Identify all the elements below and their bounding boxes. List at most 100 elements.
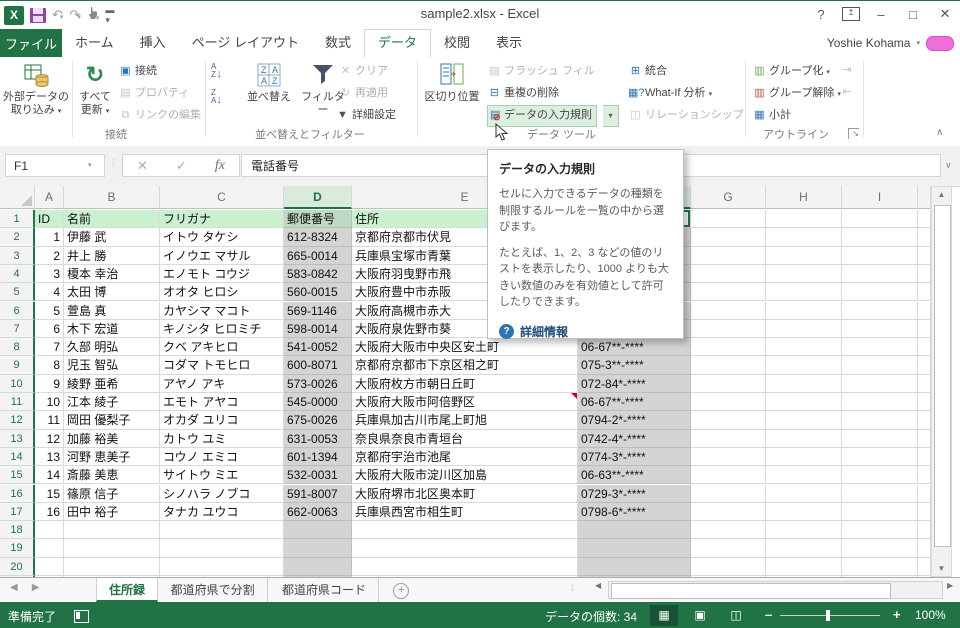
cell-A6[interactable]: 5: [35, 301, 64, 320]
cell-A2[interactable]: 1: [35, 228, 64, 247]
cell-I9[interactable]: [842, 356, 918, 375]
cell-G2[interactable]: [691, 228, 766, 247]
column-header-A[interactable]: A: [35, 186, 64, 209]
cell-I7[interactable]: [842, 319, 918, 339]
tab-split-grip[interactable]: ⦙⦙: [571, 583, 574, 594]
cell-H8[interactable]: [766, 338, 842, 357]
cell-J6[interactable]: [918, 301, 931, 320]
column-header-partial[interactable]: [918, 186, 931, 209]
cell-J15[interactable]: [918, 466, 931, 485]
sheet-tab-都道府県コード[interactable]: 都道府県コード: [270, 578, 380, 602]
cell-F20[interactable]: [578, 557, 691, 576]
tooltip-footer[interactable]: ? 詳細情報: [499, 323, 672, 340]
cell-I18[interactable]: [842, 521, 918, 540]
cell-H4[interactable]: [766, 264, 842, 284]
cell-J14[interactable]: [918, 447, 931, 467]
row-header-18[interactable]: 18: [0, 521, 35, 540]
row-header-16[interactable]: 16: [0, 484, 35, 503]
cell-D3[interactable]: 665-0014: [284, 246, 352, 265]
cell-I10[interactable]: [842, 374, 918, 393]
cell-G17[interactable]: [691, 502, 766, 522]
horizontal-scrollbar[interactable]: [608, 581, 943, 599]
outline-dialog-launcher[interactable]: ↘: [848, 128, 859, 139]
help-button[interactable]: ?: [810, 7, 832, 22]
cell-I17[interactable]: [842, 502, 918, 522]
cell-C13[interactable]: カトウ ユミ: [160, 429, 284, 448]
cell-A20[interactable]: [35, 557, 64, 576]
cell-D11[interactable]: 545-0000: [284, 393, 352, 412]
ribbon-display-options-button[interactable]: ↥: [842, 7, 860, 21]
cell-D14[interactable]: 601-1394: [284, 447, 352, 467]
formula-bar-splitter[interactable]: ⦙: [112, 158, 115, 169]
cell-E13[interactable]: 奈良県奈良市青垣台: [352, 429, 578, 448]
cell-H16[interactable]: [766, 484, 842, 503]
cell-H18[interactable]: [766, 521, 842, 540]
cell-D17[interactable]: 662-0063: [284, 502, 352, 522]
cell-B11[interactable]: 江本 綾子: [64, 393, 160, 412]
cell-H7[interactable]: [766, 319, 842, 339]
horizontal-scroll-thumb[interactable]: [611, 583, 891, 599]
cell-F11[interactable]: 06-67**-****: [578, 393, 691, 412]
expand-formula-bar-icon[interactable]: ∨: [945, 160, 952, 171]
cell-E19[interactable]: [352, 539, 578, 558]
close-button[interactable]: ✕: [934, 6, 956, 22]
cell-A3[interactable]: 2: [35, 246, 64, 265]
cell-I4[interactable]: [842, 264, 918, 284]
cell-E15[interactable]: 大阪府大阪市淀川区加島: [352, 466, 578, 485]
cell-E18[interactable]: [352, 521, 578, 540]
tab-校閲[interactable]: 校閲: [431, 29, 483, 57]
sheet-tab-住所録[interactable]: 住所録: [96, 578, 159, 602]
cell-A8[interactable]: 7: [35, 338, 64, 357]
row-header-14[interactable]: 14: [0, 447, 35, 467]
cell-B13[interactable]: 加藤 裕美: [64, 429, 160, 448]
tab-表示[interactable]: 表示: [483, 29, 535, 57]
macro-record-icon[interactable]: [74, 610, 89, 623]
cell-G8[interactable]: [691, 338, 766, 357]
row-header-9[interactable]: 9: [0, 356, 35, 375]
new-sheet-button[interactable]: +: [393, 583, 410, 599]
collapse-ribbon-button[interactable]: ∧: [936, 127, 943, 138]
cell-A13[interactable]: 12: [35, 429, 64, 448]
cell-F9[interactable]: 075-3**-****: [578, 356, 691, 375]
cell-H6[interactable]: [766, 301, 842, 320]
cell-B20[interactable]: [64, 557, 160, 576]
row-header-10[interactable]: 10: [0, 374, 35, 393]
scroll-up-icon[interactable]: ▲: [932, 190, 951, 199]
cell-J17[interactable]: [918, 502, 931, 522]
cancel-icon[interactable]: ✕: [137, 158, 148, 174]
remove-duplicates-button[interactable]: ⊟ 重複の削除: [487, 83, 559, 103]
cell-C3[interactable]: イノウエ マサル: [160, 246, 284, 265]
cell-F18[interactable]: [578, 521, 691, 540]
cell-G7[interactable]: [691, 319, 766, 339]
cell-B4[interactable]: 榎本 幸治: [64, 264, 160, 284]
cell-F14[interactable]: 0774-3*-****: [578, 447, 691, 467]
enter-icon[interactable]: ✓: [176, 158, 187, 174]
cell-I11[interactable]: [842, 393, 918, 412]
tab-ページ レイアウト[interactable]: ページ レイアウト: [179, 29, 312, 57]
cell-E10[interactable]: 大阪府枚方市朝日丘町: [352, 374, 578, 393]
column-header-G[interactable]: G: [691, 186, 766, 209]
tab-データ[interactable]: データ: [364, 29, 432, 57]
row-header-1[interactable]: 1: [0, 210, 35, 229]
cell-C10[interactable]: アヤノ アキ: [160, 374, 284, 393]
sheet-tab-都道府県で分割[interactable]: 都道府県で分割: [159, 578, 268, 602]
vertical-scroll-thumb[interactable]: [934, 205, 951, 547]
cell-B18[interactable]: [64, 521, 160, 540]
scroll-left-icon[interactable]: ◀: [595, 581, 601, 590]
page-break-view-button[interactable]: ◫: [722, 605, 750, 626]
cell-H19[interactable]: [766, 539, 842, 558]
connections-button[interactable]: ▣ 接続: [118, 61, 157, 81]
cell-I13[interactable]: [842, 429, 918, 448]
normal-view-button[interactable]: ▦: [650, 605, 678, 626]
text-to-columns-button[interactable]: 区切り位置: [421, 59, 483, 104]
cell-J20[interactable]: [918, 557, 931, 576]
cell-D6[interactable]: 569-1146: [284, 301, 352, 320]
sort-za-button[interactable]: Z A↓: [211, 89, 235, 109]
cell-E20[interactable]: [352, 557, 578, 576]
tab-挿入[interactable]: 挿入: [127, 29, 179, 57]
row-header-17[interactable]: 17: [0, 502, 35, 522]
cell-D5[interactable]: 560-0015: [284, 283, 352, 302]
cell-H3[interactable]: [766, 246, 842, 265]
cell-H17[interactable]: [766, 502, 842, 522]
row-header-6[interactable]: 6: [0, 301, 35, 320]
